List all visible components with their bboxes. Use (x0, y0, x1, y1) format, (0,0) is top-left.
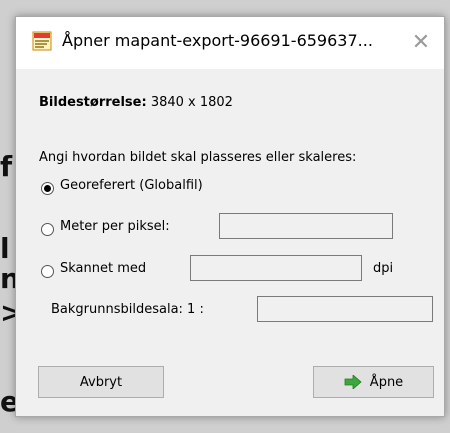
background-scale-input[interactable] (257, 296, 433, 322)
open-button[interactable]: Åpne (313, 366, 434, 398)
radio-scanned-dpi-label[interactable]: Skannet med (60, 261, 146, 276)
open-file-dialog: Åpner mapant-export-96691-659637... ✕ Bi… (15, 16, 445, 417)
radio-georeferert-label[interactable]: Georeferert (Globalfil) (60, 178, 203, 193)
dialog-titlebar: Åpner mapant-export-96691-659637... ✕ (16, 17, 444, 69)
image-size-label: Bildestørrelse: (39, 95, 147, 110)
app-icon (32, 31, 52, 51)
close-icon[interactable]: ✕ (404, 25, 438, 59)
radio-meter-per-pixel-label[interactable]: Meter per piksel: (60, 219, 170, 234)
radio-meter-per-pixel[interactable] (41, 223, 54, 236)
radio-georeferert[interactable] (41, 182, 54, 195)
background-scale-label: Bakgrunnsbildesala: 1 : (51, 302, 204, 317)
cancel-button[interactable]: Avbryt (38, 366, 164, 398)
meter-per-pixel-input[interactable] (219, 213, 393, 239)
image-size-value: 3840 x 1802 (150, 95, 233, 110)
background-text-fragment: l (0, 232, 10, 265)
background-text-fragment: f (0, 150, 13, 183)
dpi-unit-label: dpi (373, 261, 394, 276)
open-button-label: Åpne (369, 374, 404, 390)
dialog-title: Åpner mapant-export-96691-659637... (62, 31, 373, 50)
cancel-button-label: Avbryt (79, 374, 123, 390)
arrow-right-icon (344, 375, 362, 389)
image-size-row: Bildestørrelse: 3840 x 1802 (39, 95, 233, 110)
radio-scanned-dpi[interactable] (41, 265, 54, 278)
placement-prompt: Angi hvordan bildet skal plasseres eller… (39, 150, 357, 165)
dpi-input[interactable] (190, 255, 362, 281)
